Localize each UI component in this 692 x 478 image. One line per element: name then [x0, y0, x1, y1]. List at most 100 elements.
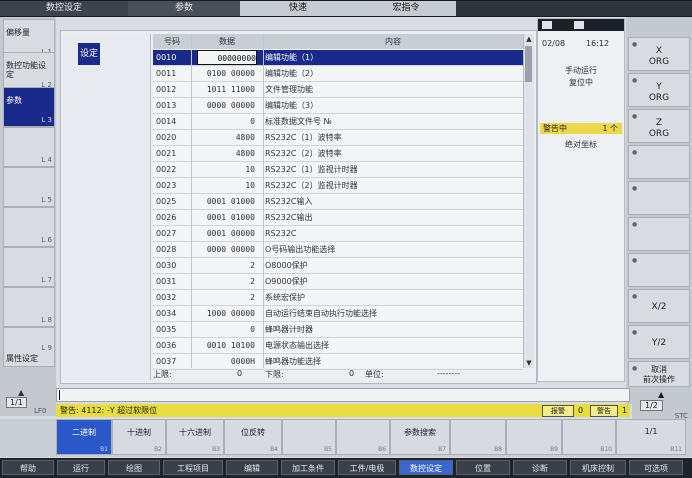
parameter-data[interactable]: 0100 00000 [195, 66, 255, 81]
softkey-b9[interactable]: B9 [506, 419, 562, 455]
table-row[interactable]: 0022 10 RS232C（1）监视计时器 [153, 162, 523, 178]
left-button-l7[interactable]: L 7 [3, 247, 55, 287]
scroll-down-icon[interactable]: ▼ [524, 358, 534, 368]
parameter-data[interactable]: 2 [195, 274, 255, 289]
menu-item[interactable]: 工件/电极 [338, 460, 396, 475]
menu-item[interactable]: 绘图 [108, 460, 160, 475]
menu-item[interactable]: 可选项 [629, 460, 683, 475]
set-button[interactable]: 设定 [78, 43, 100, 65]
parameter-data[interactable]: 4800 [195, 130, 255, 145]
table-row[interactable]: 0013 0000 00000 编辑功能（3） [153, 98, 523, 114]
softkey-b6[interactable]: B6 [336, 419, 390, 455]
y-org-button[interactable]: ● Y ORG [628, 73, 690, 107]
command-input[interactable] [56, 388, 630, 402]
parameter-data[interactable]: 0001 00000 [195, 226, 255, 241]
parameter-data[interactable]: 10 [195, 162, 255, 177]
softkey-binary[interactable]: 二进制 B1 [56, 419, 112, 455]
parameter-data[interactable]: 00000000 [197, 50, 257, 65]
menu-item[interactable]: 诊断 [513, 460, 567, 475]
page-up-icon[interactable]: ▲ [18, 388, 24, 397]
softkey-parameter-search[interactable]: 参数搜索 B7 [390, 419, 450, 455]
table-row[interactable]: 0027 0001 00000 RS232C [153, 226, 523, 242]
parameter-data[interactable]: 0 [195, 322, 255, 337]
left-button-attribute[interactable]: 属性设定 L 9 [3, 327, 55, 367]
parameter-data[interactable]: 2 [195, 290, 255, 305]
left-button-nc-function[interactable]: 数控功能设定 L 2 [3, 52, 55, 92]
tab-macro[interactable]: 宏指令 [356, 1, 456, 16]
table-row[interactable]: 0014 0 标准数据文件号 № [153, 114, 523, 130]
menu-item[interactable]: 机床控制 [570, 460, 626, 475]
table-row[interactable]: 0021 4800 RS232C（2）波特率 [153, 146, 523, 162]
right-button-4[interactable]: ● [628, 145, 690, 179]
left-button-l5[interactable]: L 5 [3, 167, 55, 207]
right-button-7[interactable]: ● [628, 253, 690, 287]
table-row[interactable]: 0028 0000 00000 O号码输出功能选择 [153, 242, 523, 258]
right-button-6[interactable]: ● [628, 217, 690, 251]
y-half-button[interactable]: ● Y/2 [628, 325, 690, 359]
menu-item[interactable]: 帮助 [2, 460, 54, 475]
table-row[interactable]: 0032 2 系统宏保护 [153, 290, 523, 306]
left-button-parameters[interactable]: 参数 L 3 [3, 87, 55, 127]
scroll-thumb[interactable] [525, 46, 532, 82]
softkey-b10[interactable]: B10 [562, 419, 616, 455]
softkey-num: B11 [670, 446, 682, 453]
left-button-l6[interactable]: L 6 [3, 207, 55, 247]
left-button-l4[interactable]: L 4 [3, 127, 55, 167]
tab-quick[interactable]: 快速 [240, 1, 356, 16]
table-row[interactable]: 0036 0010 10100 电源状态输出选择 [153, 338, 523, 354]
parameter-data[interactable]: 2 [195, 258, 255, 273]
menu-item[interactable]: 加工条件 [281, 460, 335, 475]
setting-side-box: 设定 [62, 34, 151, 380]
menu-item[interactable]: 位置 [456, 460, 510, 475]
softkey-b5[interactable]: B5 [282, 419, 336, 455]
parameter-data[interactable]: 4800 [195, 146, 255, 161]
parameter-data[interactable]: 0000 00000 [195, 98, 255, 113]
left-button-l8[interactable]: L 8 [3, 287, 55, 327]
z-org-button[interactable]: ● Z ORG [628, 109, 690, 143]
softkey-decimal[interactable]: 十进制 B2 [112, 419, 166, 455]
page-up-icon[interactable]: ▲ [658, 390, 664, 399]
alarm-button[interactable]: 报警 [542, 405, 574, 417]
table-row[interactable]: 0026 0001 01000 RS232C输出 [153, 210, 523, 226]
parameter-data[interactable]: 1011 11000 [195, 82, 255, 97]
menu-item[interactable]: 运行 [57, 460, 105, 475]
table-row[interactable]: 0034 1000 00000 自动运行结束自动执行功能选择 [153, 306, 523, 322]
x-org-button[interactable]: ● X ORG [628, 37, 690, 71]
cancel-last-button[interactable]: ● 取消 前次操作 [628, 361, 690, 387]
parameter-data[interactable]: 0010 10100 [195, 338, 255, 353]
table-row[interactable]: 0030 2 O8000保护 [153, 258, 523, 274]
table-row[interactable]: 0012 1011 11000 文件管理功能 [153, 82, 523, 98]
table-row[interactable]: 0037 0000H 蜂鸣器功能选择 [153, 354, 523, 370]
right-button-5[interactable]: ● [628, 181, 690, 215]
warning-button[interactable]: 警告 [590, 405, 618, 417]
softkey-num: B2 [154, 446, 162, 453]
parameter-data[interactable]: 0001 01000 [195, 194, 255, 209]
parameter-data[interactable]: 0000H [195, 354, 255, 369]
menu-item[interactable]: 数控设定 [399, 460, 453, 475]
table-row[interactable]: 0020 4800 RS232C（1）波特率 [153, 130, 523, 146]
softkey-bit-invert[interactable]: 位反转 B4 [224, 419, 282, 455]
softkey-hex[interactable]: 十六进制 B3 [166, 419, 224, 455]
parameter-data[interactable]: 0001 01000 [195, 210, 255, 225]
table-row[interactable]: 0010 00000000 编辑功能（1） [153, 50, 523, 66]
parameter-data[interactable]: 10 [195, 178, 255, 193]
parameter-data[interactable]: 0000 00000 [195, 242, 255, 257]
parameter-description: 蜂鸣器功能选择 [265, 357, 321, 366]
scroll-up-icon[interactable]: ▲ [524, 34, 534, 44]
table-row[interactable]: 0023 10 RS232C（2）监视计时器 [153, 178, 523, 194]
reset-status: 复位中 [569, 78, 593, 87]
softkey-b8[interactable]: B8 [450, 419, 506, 455]
table-row[interactable]: 0025 0001 01000 RS232C输入 [153, 194, 523, 210]
table-row[interactable]: 0031 2 O9000保护 [153, 274, 523, 290]
table-scrollbar[interactable]: ▲ ▼ [523, 34, 534, 368]
softkey-page[interactable]: 1/1 B11 [616, 419, 686, 455]
tab-nc-setting[interactable]: 数控设定 [0, 1, 128, 16]
table-row[interactable]: 0035 0 蜂鸣器计时器 [153, 322, 523, 338]
x-half-button[interactable]: ● X/2 [628, 289, 690, 323]
menu-item[interactable]: 工程项目 [163, 460, 223, 475]
menu-item[interactable]: 编辑 [226, 460, 278, 475]
parameter-data[interactable]: 0 [195, 114, 255, 129]
tab-parameters[interactable]: 参数 [128, 1, 240, 16]
table-row[interactable]: 0011 0100 00000 编辑功能（2） [153, 66, 523, 82]
parameter-data[interactable]: 1000 00000 [195, 306, 255, 321]
